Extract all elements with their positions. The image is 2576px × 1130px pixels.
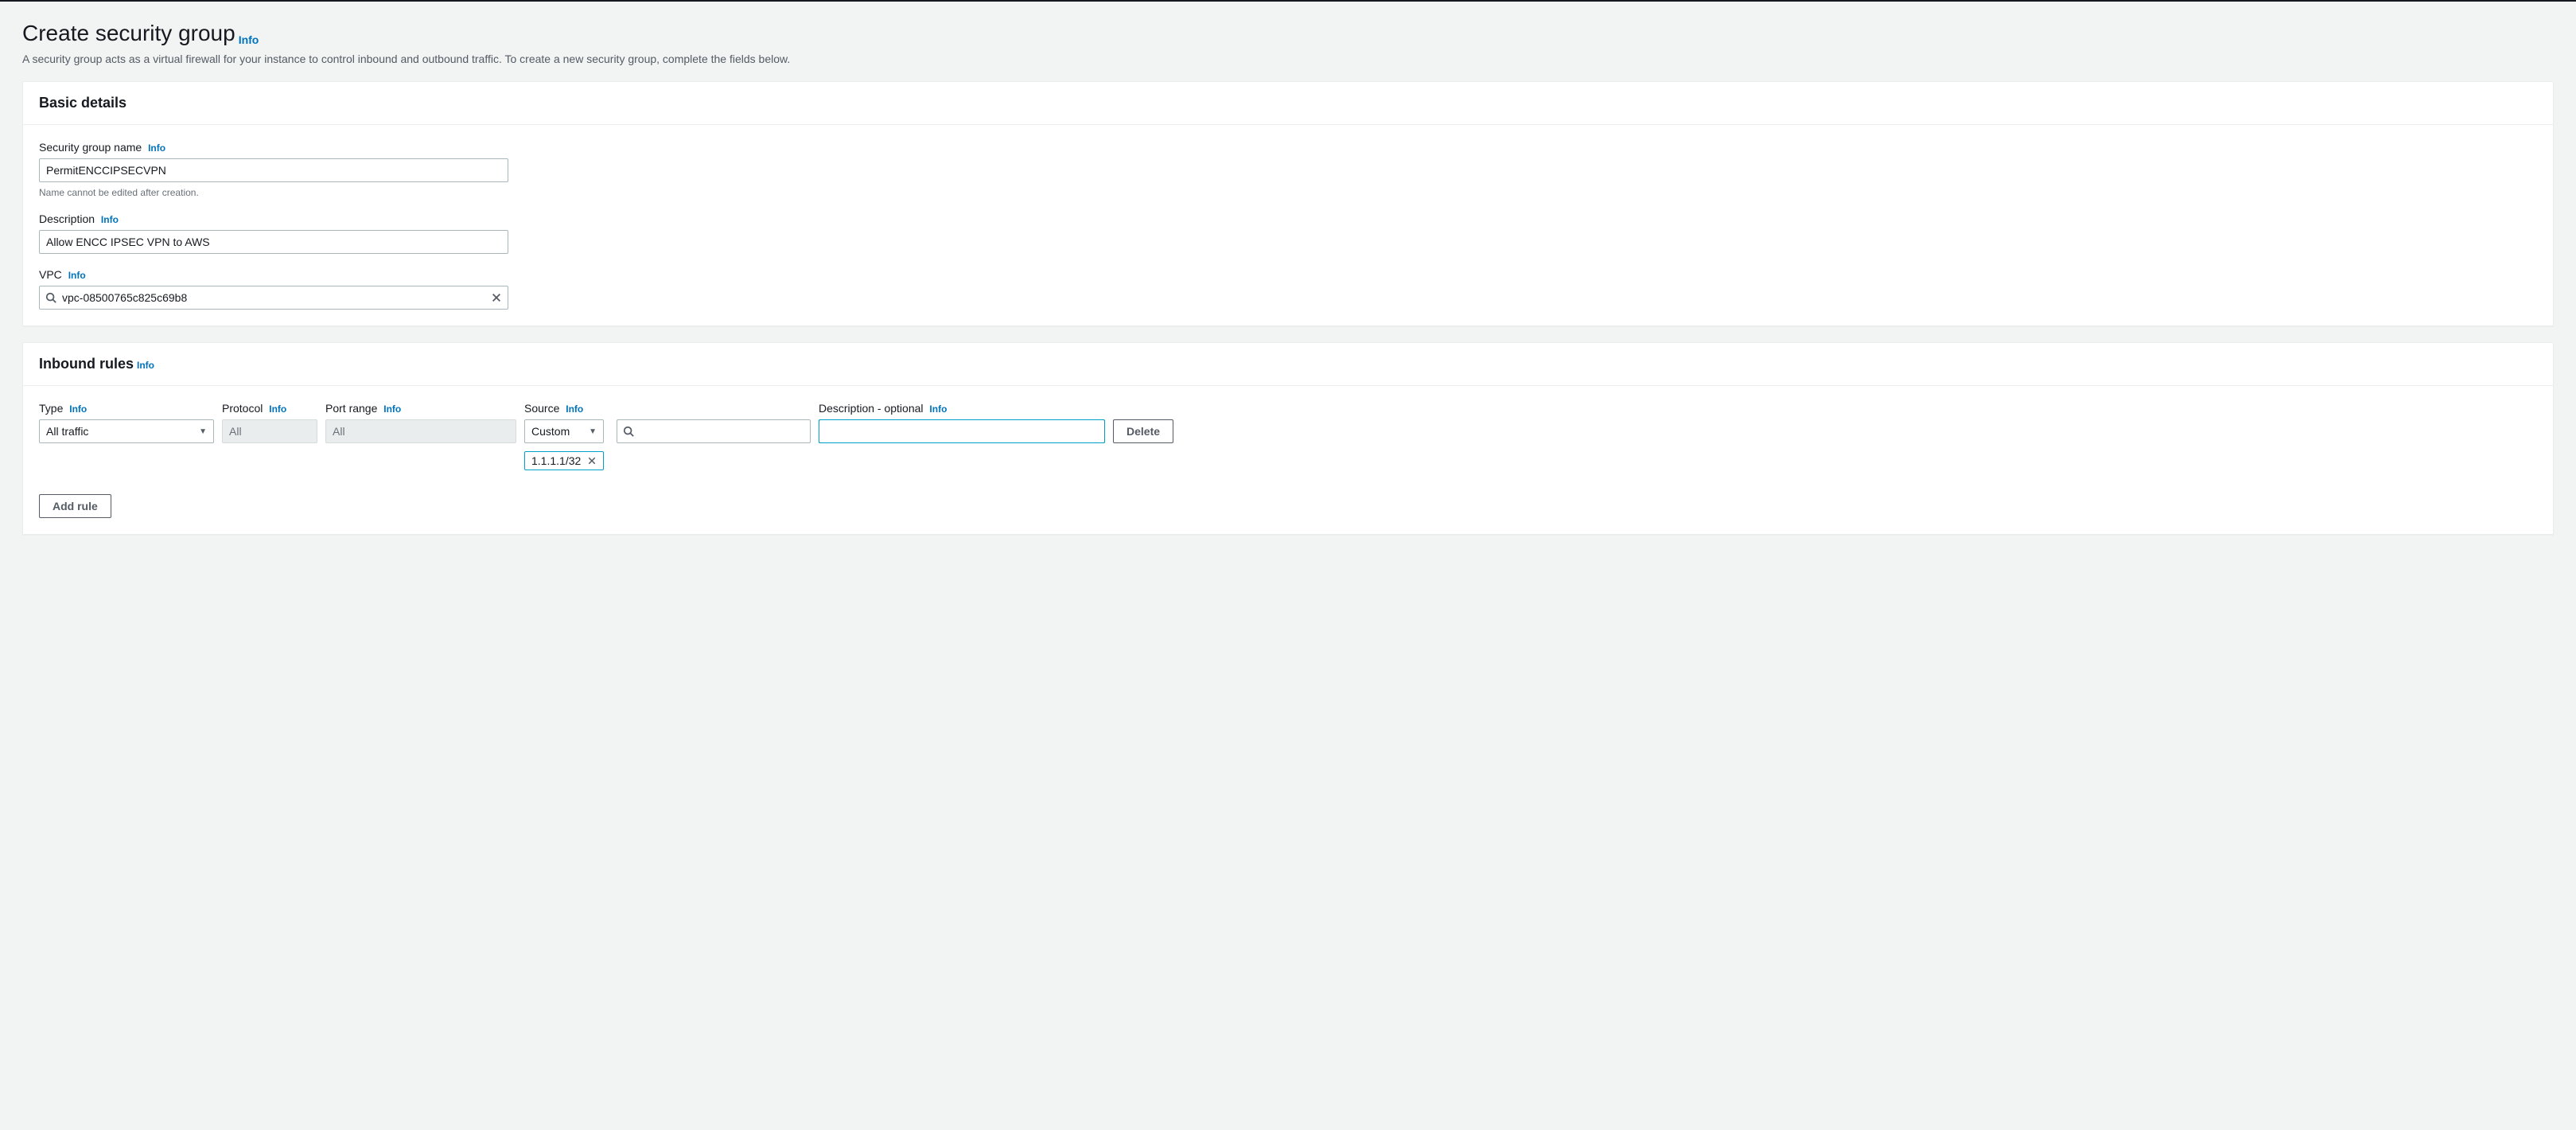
- col-type-label: Type: [39, 402, 63, 415]
- remove-tag-icon[interactable]: [587, 456, 597, 466]
- source-cidr-tag-label: 1.1.1.1/32: [531, 454, 581, 467]
- col-description-info-link[interactable]: Info: [929, 403, 947, 415]
- inbound-rules-heading: Inbound rules: [39, 356, 134, 372]
- col-portrange-info-link[interactable]: Info: [383, 403, 401, 415]
- col-type-info-link[interactable]: Info: [69, 403, 87, 415]
- rule-description-input[interactable]: [819, 419, 1105, 443]
- sg-desc-input[interactable]: [39, 230, 508, 254]
- delete-rule-button[interactable]: Delete: [1113, 419, 1173, 443]
- basic-details-heading: Basic details: [39, 95, 126, 111]
- vpc-label: VPC: [39, 268, 62, 281]
- rule-portrange-input: [325, 419, 516, 443]
- rule-source-mode-select[interactable]: Custom ▼: [524, 419, 604, 443]
- clear-icon[interactable]: [491, 292, 502, 303]
- sg-name-hint: Name cannot be edited after creation.: [39, 187, 508, 198]
- rule-row: All traffic ▼ Custom ▼: [39, 419, 2537, 470]
- col-portrange-label: Port range: [325, 402, 377, 415]
- sg-desc-label: Description: [39, 212, 95, 225]
- rule-protocol-input: [222, 419, 317, 443]
- page-title-info-link[interactable]: Info: [239, 33, 259, 46]
- caret-down-icon: ▼: [199, 427, 207, 436]
- sg-desc-info-link[interactable]: Info: [101, 214, 119, 225]
- sg-name-label: Security group name: [39, 141, 142, 154]
- sg-name-info-link[interactable]: Info: [148, 142, 165, 154]
- rule-source-search[interactable]: [617, 419, 811, 443]
- rule-source-input[interactable]: [617, 419, 811, 443]
- rule-source-mode-value: Custom: [531, 425, 570, 438]
- add-rule-button[interactable]: Add rule: [39, 494, 111, 518]
- caret-down-icon: ▼: [589, 427, 597, 436]
- page-subtitle: A security group acts as a virtual firew…: [22, 53, 2554, 65]
- rule-type-value: All traffic: [46, 425, 88, 438]
- vpc-input[interactable]: [39, 286, 508, 310]
- col-description-label: Description - optional: [819, 402, 924, 415]
- source-cidr-tag: 1.1.1.1/32: [524, 451, 604, 470]
- inbound-rules-panel: Inbound rules Info Type Info Protocol In…: [22, 342, 2554, 535]
- col-protocol-label: Protocol: [222, 402, 263, 415]
- rule-type-select[interactable]: All traffic ▼: [39, 419, 214, 443]
- vpc-select[interactable]: [39, 286, 508, 310]
- col-source-info-link[interactable]: Info: [566, 403, 583, 415]
- vpc-info-link[interactable]: Info: [68, 270, 86, 281]
- col-protocol-info-link[interactable]: Info: [269, 403, 286, 415]
- col-source-label: Source: [524, 402, 559, 415]
- inbound-rules-info-link[interactable]: Info: [137, 360, 154, 371]
- sg-name-input[interactable]: [39, 158, 508, 182]
- basic-details-panel: Basic details Security group name Info N…: [22, 81, 2554, 326]
- page-title: Create security group: [22, 21, 235, 45]
